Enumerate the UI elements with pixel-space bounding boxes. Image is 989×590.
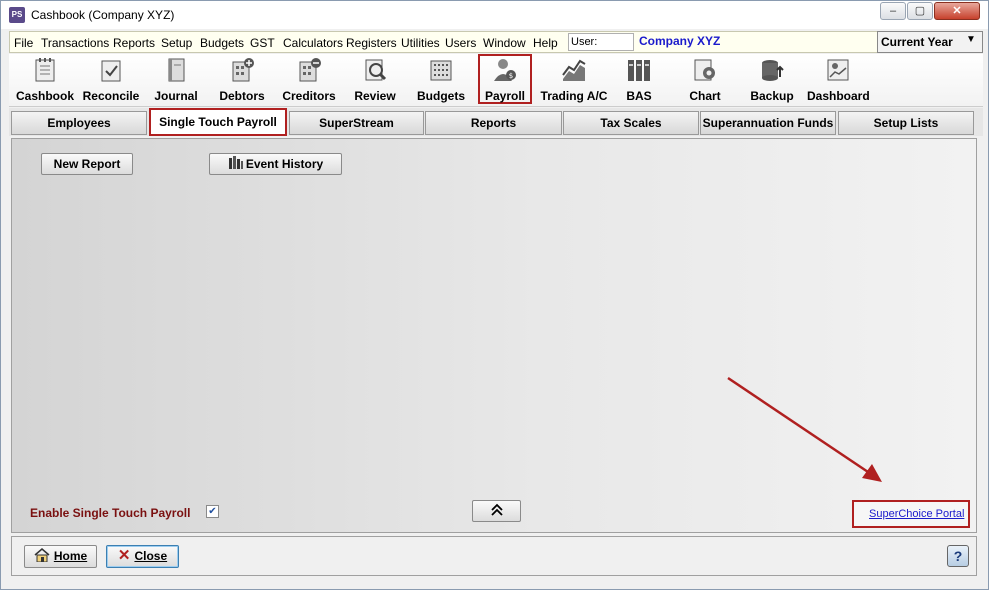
payroll-icon: $ <box>494 59 516 81</box>
toolbar-label: Reconcile <box>82 89 140 103</box>
toolbar-reconcile[interactable]: Reconcile <box>79 54 143 104</box>
toolbar-label: Review <box>354 89 396 103</box>
help-icon: ? <box>953 548 963 564</box>
toolbar-trading[interactable]: Trading A/C <box>537 54 611 104</box>
menu-users[interactable]: Users <box>445 36 476 50</box>
journal-icon <box>168 58 185 82</box>
review-icon <box>365 59 387 81</box>
toolbar-label: Creditors <box>282 89 336 103</box>
menu-reports[interactable]: Reports <box>113 36 155 50</box>
menu-help[interactable]: Help <box>533 36 558 50</box>
title-bar: PS Cashbook (Company XYZ) – ▢ ✕ <box>1 1 988 29</box>
home-label: Home <box>53 549 88 563</box>
toolbar-bas[interactable]: BAS <box>613 54 665 104</box>
toolbar-payroll[interactable]: $ Payroll <box>478 54 532 104</box>
year-select[interactable]: Current Year ▼ <box>877 31 983 53</box>
toolbar-label: Payroll <box>484 89 526 103</box>
menu-budgets[interactable]: Budgets <box>200 36 244 50</box>
event-history-icon <box>228 156 243 169</box>
close-button[interactable]: ✕ Close <box>106 545 179 568</box>
new-report-button[interactable]: New Report <box>41 153 133 175</box>
footer-bar: Home ✕ Close ? <box>11 536 977 576</box>
toolbar-label: Cashbook <box>15 89 74 103</box>
help-button[interactable]: ? <box>947 545 969 567</box>
dashboard-icon <box>827 59 849 81</box>
enable-stp-label: Enable Single Touch Payroll <box>30 506 191 520</box>
window-title: Cashbook (Company XYZ) <box>31 8 175 22</box>
toolbar-backup[interactable]: Backup <box>739 54 805 104</box>
menu-window[interactable]: Window <box>483 36 526 50</box>
payroll-tab-bar: Employees Single Touch Payroll SuperStre… <box>9 108 983 136</box>
reconcile-icon <box>101 60 121 82</box>
menu-setup[interactable]: Setup <box>161 36 192 50</box>
event-history-label: Event History <box>245 157 324 171</box>
collapse-button[interactable] <box>472 500 521 522</box>
budgets-icon <box>430 60 452 81</box>
superchoice-portal-highlight: SuperChoice Portal <box>852 500 970 528</box>
tab-single-touch-payroll[interactable]: Single Touch Payroll <box>149 108 287 136</box>
menu-transactions[interactable]: Transactions <box>41 36 109 50</box>
tab-setup-lists[interactable]: Setup Lists <box>838 111 974 135</box>
toolbar-label: Backup <box>750 89 794 103</box>
toolbar-chart[interactable]: Chart <box>673 54 737 104</box>
debtors-icon <box>232 58 254 82</box>
maximize-button[interactable]: ▢ <box>907 2 933 20</box>
tab-superstream[interactable]: SuperStream <box>289 111 424 135</box>
window-close-button[interactable]: ✕ <box>934 2 980 20</box>
toolbar-label: Journal <box>154 89 198 103</box>
home-button[interactable]: Home <box>24 545 97 568</box>
toolbar-label: Dashboard <box>807 89 870 103</box>
double-chevron-up-icon <box>490 503 503 516</box>
minimize-button[interactable]: – <box>880 2 906 20</box>
toolbar-journal[interactable]: Journal <box>145 54 207 104</box>
toolbar-label: Budgets <box>417 89 465 103</box>
trading-icon <box>562 59 586 81</box>
chart-icon <box>694 59 715 81</box>
stp-panel: New Report Event History Enable Single T… <box>11 138 977 533</box>
creditors-icon <box>299 58 321 82</box>
toolbar-budgets[interactable]: Budgets <box>409 54 473 104</box>
bas-icon <box>628 60 650 81</box>
toolbar-label: BAS <box>626 89 652 103</box>
menu-registers[interactable]: Registers <box>346 36 397 50</box>
menu-bar: File Transactions Reports Setup Budgets … <box>9 31 983 53</box>
menu-file[interactable]: File <box>14 36 33 50</box>
toolbar-label: Trading A/C <box>540 89 608 103</box>
toolbar-dashboard[interactable]: Dashboard <box>807 54 870 104</box>
app-logo-icon: PS <box>9 7 25 23</box>
toolbar-label: Chart <box>689 89 721 103</box>
toolbar-review[interactable]: Review <box>343 54 407 104</box>
menu-calculators[interactable]: Calculators <box>283 36 343 50</box>
company-name: Company XYZ <box>639 34 721 48</box>
tab-superannuation-funds[interactable]: Superannuation Funds <box>700 111 836 135</box>
menu-utilities[interactable]: Utilities <box>401 36 440 50</box>
toolbar-cashbook[interactable]: Cashbook <box>13 54 77 104</box>
user-label: User: <box>571 36 598 48</box>
user-field[interactable]: User: <box>568 33 634 51</box>
enable-stp-checkbox[interactable]: ✔ <box>206 505 219 518</box>
toolbar-debtors[interactable]: Debtors <box>209 54 275 104</box>
home-icon <box>34 548 50 563</box>
cashbook-icon <box>35 58 55 82</box>
toolbar-creditors[interactable]: Creditors <box>277 54 341 104</box>
toolbar-label: Debtors <box>219 89 265 103</box>
year-select-value: Current Year <box>881 35 953 49</box>
backup-icon <box>762 60 784 81</box>
tab-reports[interactable]: Reports <box>425 111 562 135</box>
new-report-label: New Report <box>53 157 121 171</box>
event-history-button[interactable]: Event History <box>209 153 342 175</box>
svg-text:$: $ <box>509 72 513 80</box>
chevron-down-icon: ▼ <box>966 34 976 45</box>
close-label: Close <box>134 549 168 563</box>
tab-employees[interactable]: Employees <box>11 111 147 135</box>
annotation-arrow <box>727 376 882 482</box>
superchoice-portal-link[interactable]: SuperChoice Portal <box>869 508 964 520</box>
tab-tax-scales[interactable]: Tax Scales <box>563 111 699 135</box>
app-window: PS Cashbook (Company XYZ) – ▢ ✕ File Tra… <box>0 0 989 590</box>
close-icon: ✕ <box>117 547 131 564</box>
menu-gst[interactable]: GST <box>250 36 275 50</box>
main-toolbar: Cashbook Reconcile Journal Debtors Credi… <box>9 54 983 107</box>
